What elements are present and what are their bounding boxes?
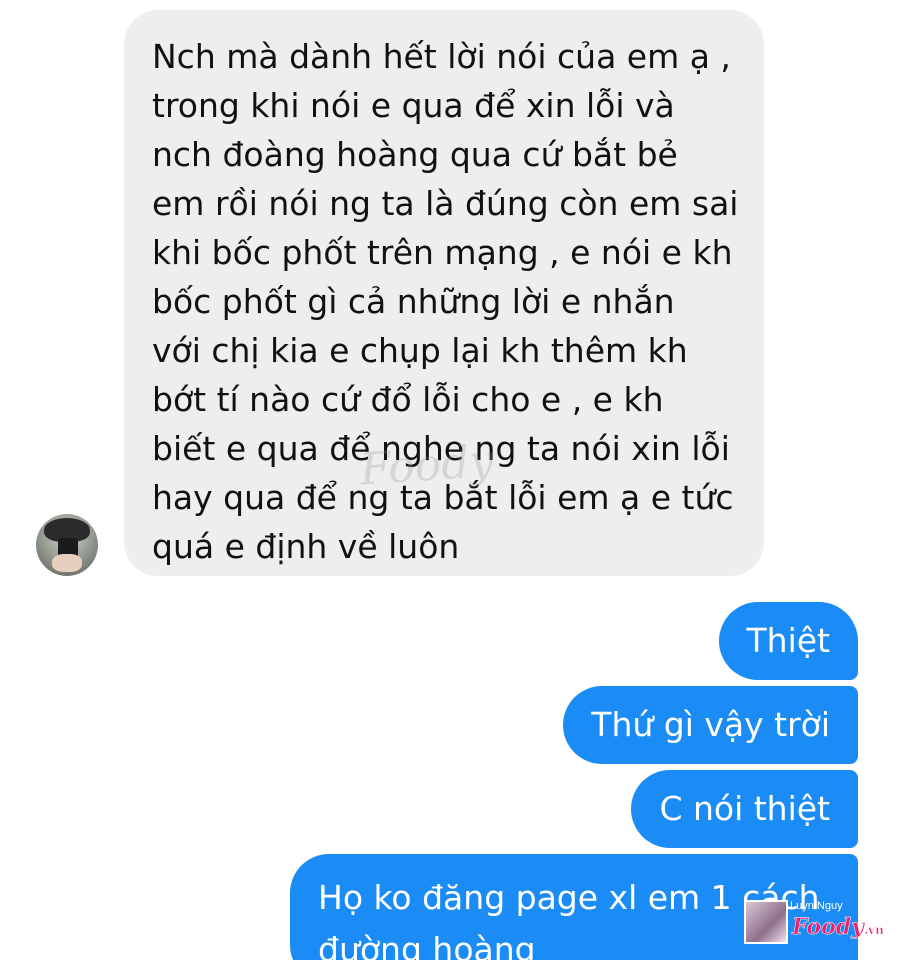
incoming-message-bubble[interactable]: Nch mà dành hết lời nói của em ạ , trong…	[124, 10, 764, 576]
outgoing-message-bubble[interactable]: C nói thiệt	[631, 770, 858, 848]
chat-screen: Nch mà dành hết lời nói của em ạ , trong…	[0, 0, 902, 960]
incoming-message-text: Nch mà dành hết lời nói của em ạ , trong…	[152, 37, 739, 566]
corner-watermark: Luyn Nguy Foody.vn	[744, 898, 894, 948]
watermark-brand-text: Foody	[792, 914, 864, 941]
outgoing-message-bubble[interactable]: Thứ gì vậy trời	[563, 686, 858, 764]
watermark-brand: Foody.vn	[792, 914, 884, 941]
outgoing-message-bubble[interactable]: Thiệt	[718, 602, 858, 680]
watermark-brand-suffix: .vn	[863, 923, 884, 938]
watermark-name: Luyn Nguy	[790, 900, 843, 912]
watermark-thumbnail	[744, 900, 788, 944]
sender-avatar[interactable]	[36, 514, 98, 576]
